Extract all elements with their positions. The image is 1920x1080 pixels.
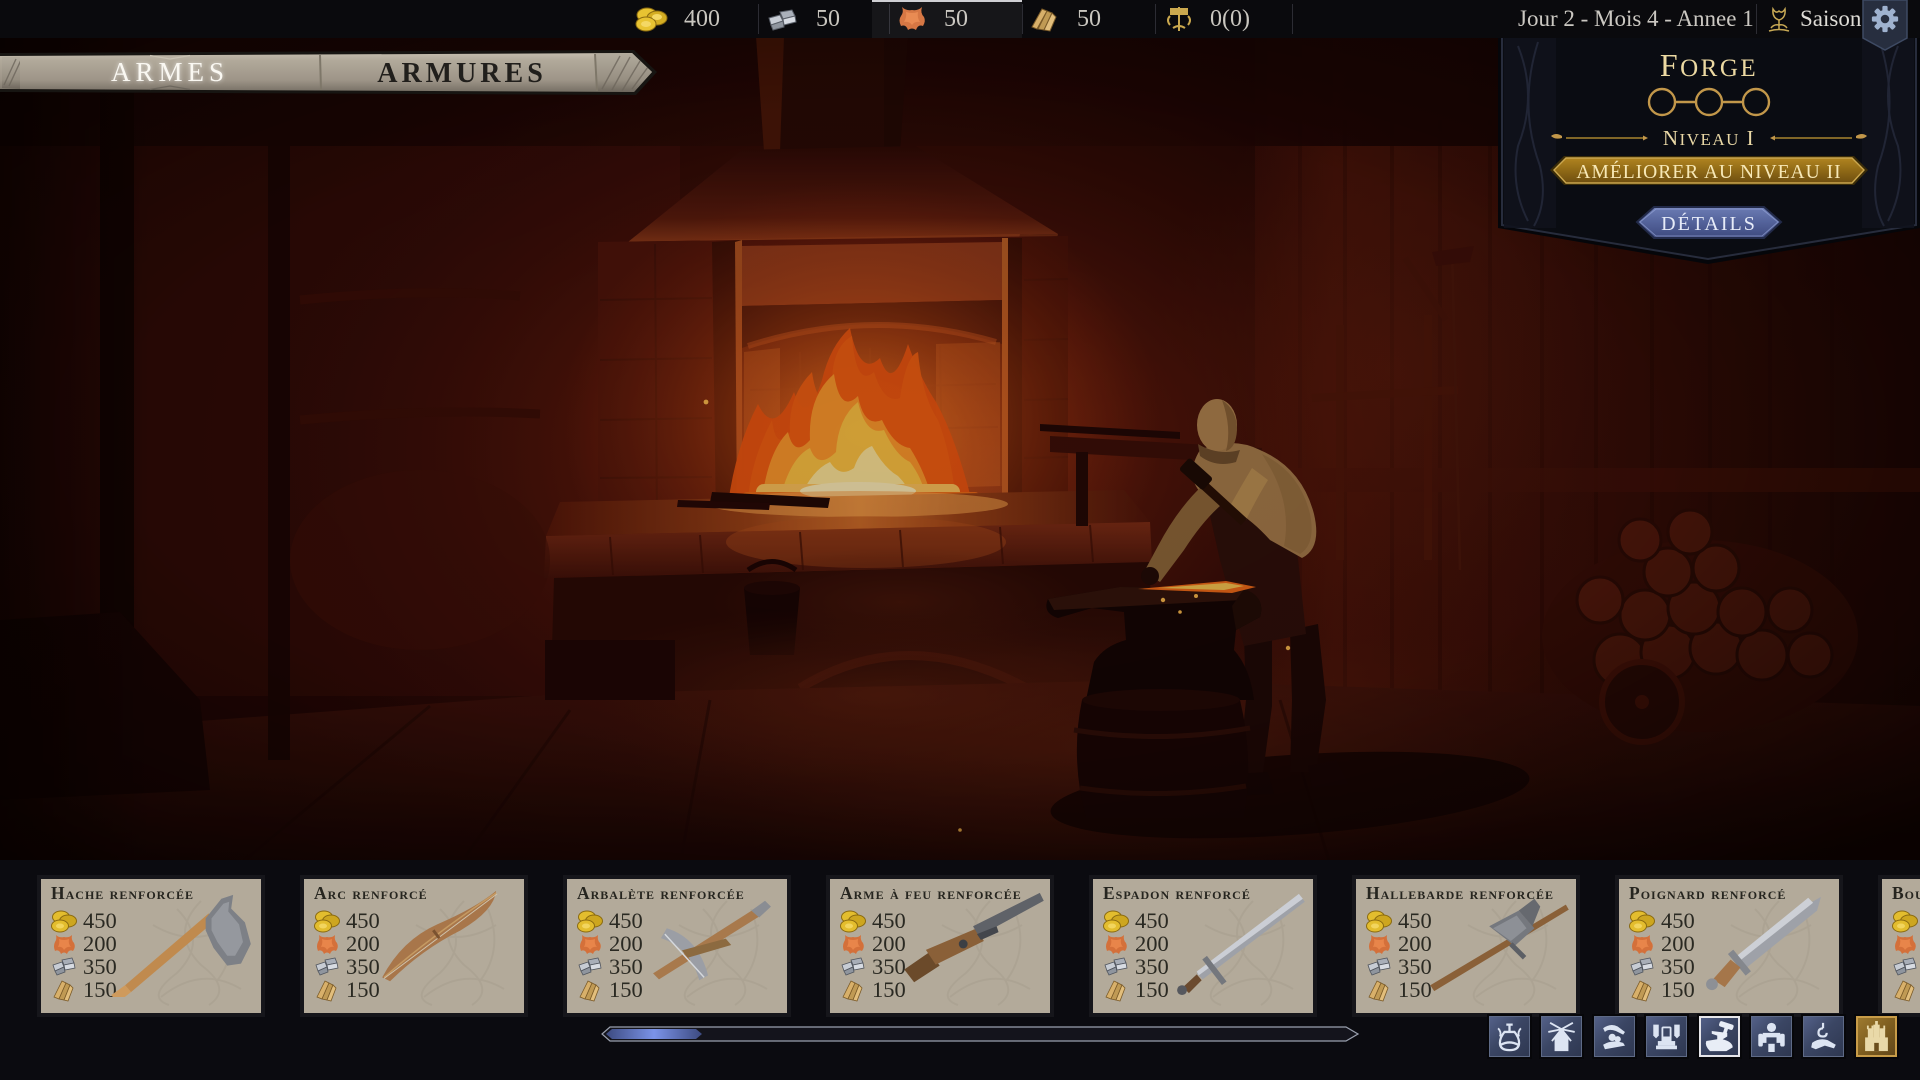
svg-text:ARMURES: ARMURES	[377, 58, 547, 89]
svg-text:NIVEAU I: NIVEAU I	[1663, 126, 1755, 150]
svg-text:DÉTAILS: DÉTAILS	[1661, 212, 1757, 235]
svg-text:AMÉLIORER AU NIVEAU II: AMÉLIORER AU NIVEAU II	[1576, 161, 1841, 183]
svg-text:ARMES: ARMES	[111, 57, 229, 87]
